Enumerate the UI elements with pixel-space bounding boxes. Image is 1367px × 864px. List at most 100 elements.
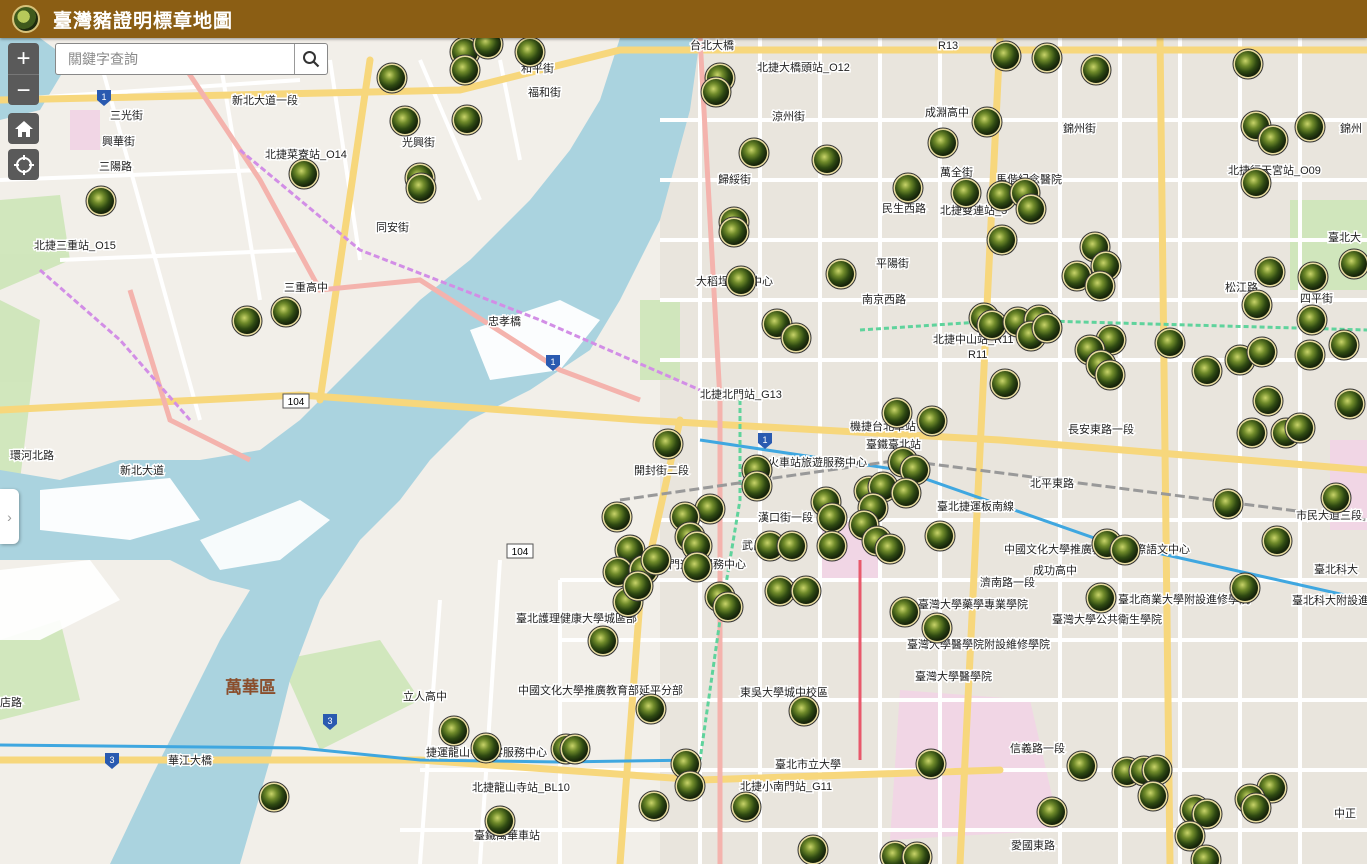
side-panel-toggle[interactable]: › [0, 489, 19, 544]
pig-badge-marker-icon[interactable] [725, 265, 757, 297]
zoom-in-button[interactable]: + [8, 43, 39, 74]
pig-badge-marker-icon[interactable] [270, 296, 302, 328]
pig-badge-marker-icon[interactable] [776, 530, 808, 562]
pig-badge-marker-icon[interactable] [601, 501, 633, 533]
pig-badge-marker-icon[interactable] [780, 322, 812, 354]
pig-badge-marker-icon[interactable] [1031, 42, 1063, 74]
pig-badge-marker-icon[interactable] [1094, 359, 1126, 391]
pig-badge-marker-icon[interactable] [1154, 327, 1186, 359]
pig-badge-marker-icon[interactable] [376, 62, 408, 94]
pig-badge-marker-icon[interactable] [924, 520, 956, 552]
pig-badge-marker-icon[interactable] [449, 54, 481, 86]
pig-badge-marker-icon[interactable] [1240, 792, 1272, 824]
pig-badge-marker-icon[interactable] [741, 470, 773, 502]
pig-badge-marker-icon[interactable] [1212, 488, 1244, 520]
pig-badge-marker-icon[interactable] [892, 172, 924, 204]
pig-badge-marker-icon[interactable] [231, 305, 263, 337]
pig-badge-marker-icon[interactable] [1066, 750, 1098, 782]
zoom-out-button[interactable]: − [8, 74, 39, 105]
pig-badge-marker-icon[interactable] [811, 144, 843, 176]
search-input[interactable] [56, 44, 294, 74]
pig-badge-marker-icon[interactable] [1240, 167, 1272, 199]
pig-badge-marker-icon[interactable] [921, 612, 953, 644]
home-button[interactable] [8, 113, 39, 144]
pig-badge-marker-icon[interactable] [825, 258, 857, 290]
pig-badge-marker-icon[interactable] [816, 502, 848, 534]
pig-badge-marker-icon[interactable] [788, 695, 820, 727]
pig-badge-marker-icon[interactable] [1241, 289, 1273, 321]
pig-badge-marker-icon[interactable] [1232, 48, 1264, 80]
pig-badge-marker-icon[interactable] [451, 104, 483, 136]
pig-badge-marker-icon[interactable] [915, 748, 947, 780]
pig-badge-marker-icon[interactable] [484, 805, 516, 837]
pig-badge-marker-icon[interactable] [730, 791, 762, 823]
pig-badge-marker-icon[interactable] [1109, 534, 1141, 566]
pig-badge-marker-icon[interactable] [1015, 193, 1047, 225]
pig-badge-marker-icon[interactable] [559, 733, 591, 765]
pig-badge-marker-icon[interactable] [514, 38, 546, 68]
pig-badge-marker-icon[interactable] [1236, 417, 1268, 449]
pig-badge-marker-icon[interactable] [622, 570, 654, 602]
locate-button[interactable] [8, 149, 39, 180]
pig-badge-marker-icon[interactable] [1284, 412, 1316, 444]
pig-badge-marker-icon[interactable] [640, 544, 672, 576]
map-place-label: 北捷三重站_O15 [34, 238, 116, 252]
pig-badge-marker-icon[interactable] [1137, 780, 1169, 812]
pig-badge-marker-icon[interactable] [1320, 482, 1352, 514]
pig-badge-marker-icon[interactable] [1252, 385, 1284, 417]
pig-badge-marker-icon[interactable] [881, 397, 913, 429]
pig-badge-marker-icon[interactable] [927, 127, 959, 159]
pig-badge-marker-icon[interactable] [790, 575, 822, 607]
pig-badge-marker-icon[interactable] [1036, 796, 1068, 828]
pig-badge-marker-icon[interactable] [874, 533, 906, 565]
search-button[interactable] [294, 44, 327, 74]
pig-badge-marker-icon[interactable] [890, 477, 922, 509]
pig-badge-marker-icon[interactable] [470, 732, 502, 764]
pig-badge-marker-icon[interactable] [889, 596, 921, 628]
pig-badge-marker-icon[interactable] [1084, 270, 1116, 302]
pig-badge-marker-icon[interactable] [258, 781, 290, 813]
pig-badge-marker-icon[interactable] [971, 106, 1003, 138]
map-canvas[interactable]: 1 1 104 104 3 3 1 萬華區 北捷大橋頭站_O12北捷菜寮站_O1… [0, 38, 1367, 864]
pig-badge-marker-icon[interactable] [1294, 111, 1326, 143]
pig-badge-marker-icon[interactable] [1294, 339, 1326, 371]
pig-badge-marker-icon[interactable] [738, 137, 770, 169]
pig-badge-marker-icon[interactable] [989, 368, 1021, 400]
pig-badge-marker-icon[interactable] [712, 591, 744, 623]
pig-badge-marker-icon[interactable] [1085, 582, 1117, 614]
pig-badge-marker-icon[interactable] [1297, 261, 1329, 293]
pig-badge-marker-icon[interactable] [587, 625, 619, 657]
pig-badge-marker-icon[interactable] [1296, 304, 1328, 336]
pig-badge-marker-icon[interactable] [288, 158, 320, 190]
pig-badge-marker-icon[interactable] [950, 177, 982, 209]
pig-badge-marker-icon[interactable] [1141, 754, 1173, 786]
pig-badge-marker-icon[interactable] [1328, 329, 1360, 361]
pig-badge-marker-icon[interactable] [1254, 256, 1286, 288]
pig-badge-marker-icon[interactable] [85, 185, 117, 217]
pig-badge-marker-icon[interactable] [797, 834, 829, 864]
pig-badge-marker-icon[interactable] [1334, 388, 1366, 420]
pig-badge-marker-icon[interactable] [976, 309, 1008, 341]
pig-badge-marker-icon[interactable] [389, 105, 421, 137]
pig-badge-marker-icon[interactable] [916, 405, 948, 437]
pig-badge-marker-icon[interactable] [1338, 248, 1367, 280]
pig-badge-marker-icon[interactable] [638, 790, 670, 822]
pig-badge-marker-icon[interactable] [1080, 54, 1112, 86]
pig-badge-marker-icon[interactable] [700, 76, 732, 108]
pig-badge-marker-icon[interactable] [681, 551, 713, 583]
pig-badge-marker-icon[interactable] [1031, 312, 1063, 344]
pig-badge-marker-icon[interactable] [816, 530, 848, 562]
pig-badge-marker-icon[interactable] [405, 172, 437, 204]
pig-badge-marker-icon[interactable] [1229, 572, 1261, 604]
pig-badge-marker-icon[interactable] [438, 715, 470, 747]
pig-badge-marker-icon[interactable] [1246, 336, 1278, 368]
pig-badge-marker-icon[interactable] [652, 428, 684, 460]
pig-badge-marker-icon[interactable] [990, 40, 1022, 72]
pig-badge-marker-icon[interactable] [986, 224, 1018, 256]
pig-badge-marker-icon[interactable] [718, 216, 750, 248]
pig-badge-marker-icon[interactable] [674, 770, 706, 802]
pig-badge-marker-icon[interactable] [1261, 525, 1293, 557]
pig-badge-marker-icon[interactable] [1257, 124, 1289, 156]
pig-badge-marker-icon[interactable] [635, 693, 667, 725]
pig-badge-marker-icon[interactable] [1191, 355, 1223, 387]
